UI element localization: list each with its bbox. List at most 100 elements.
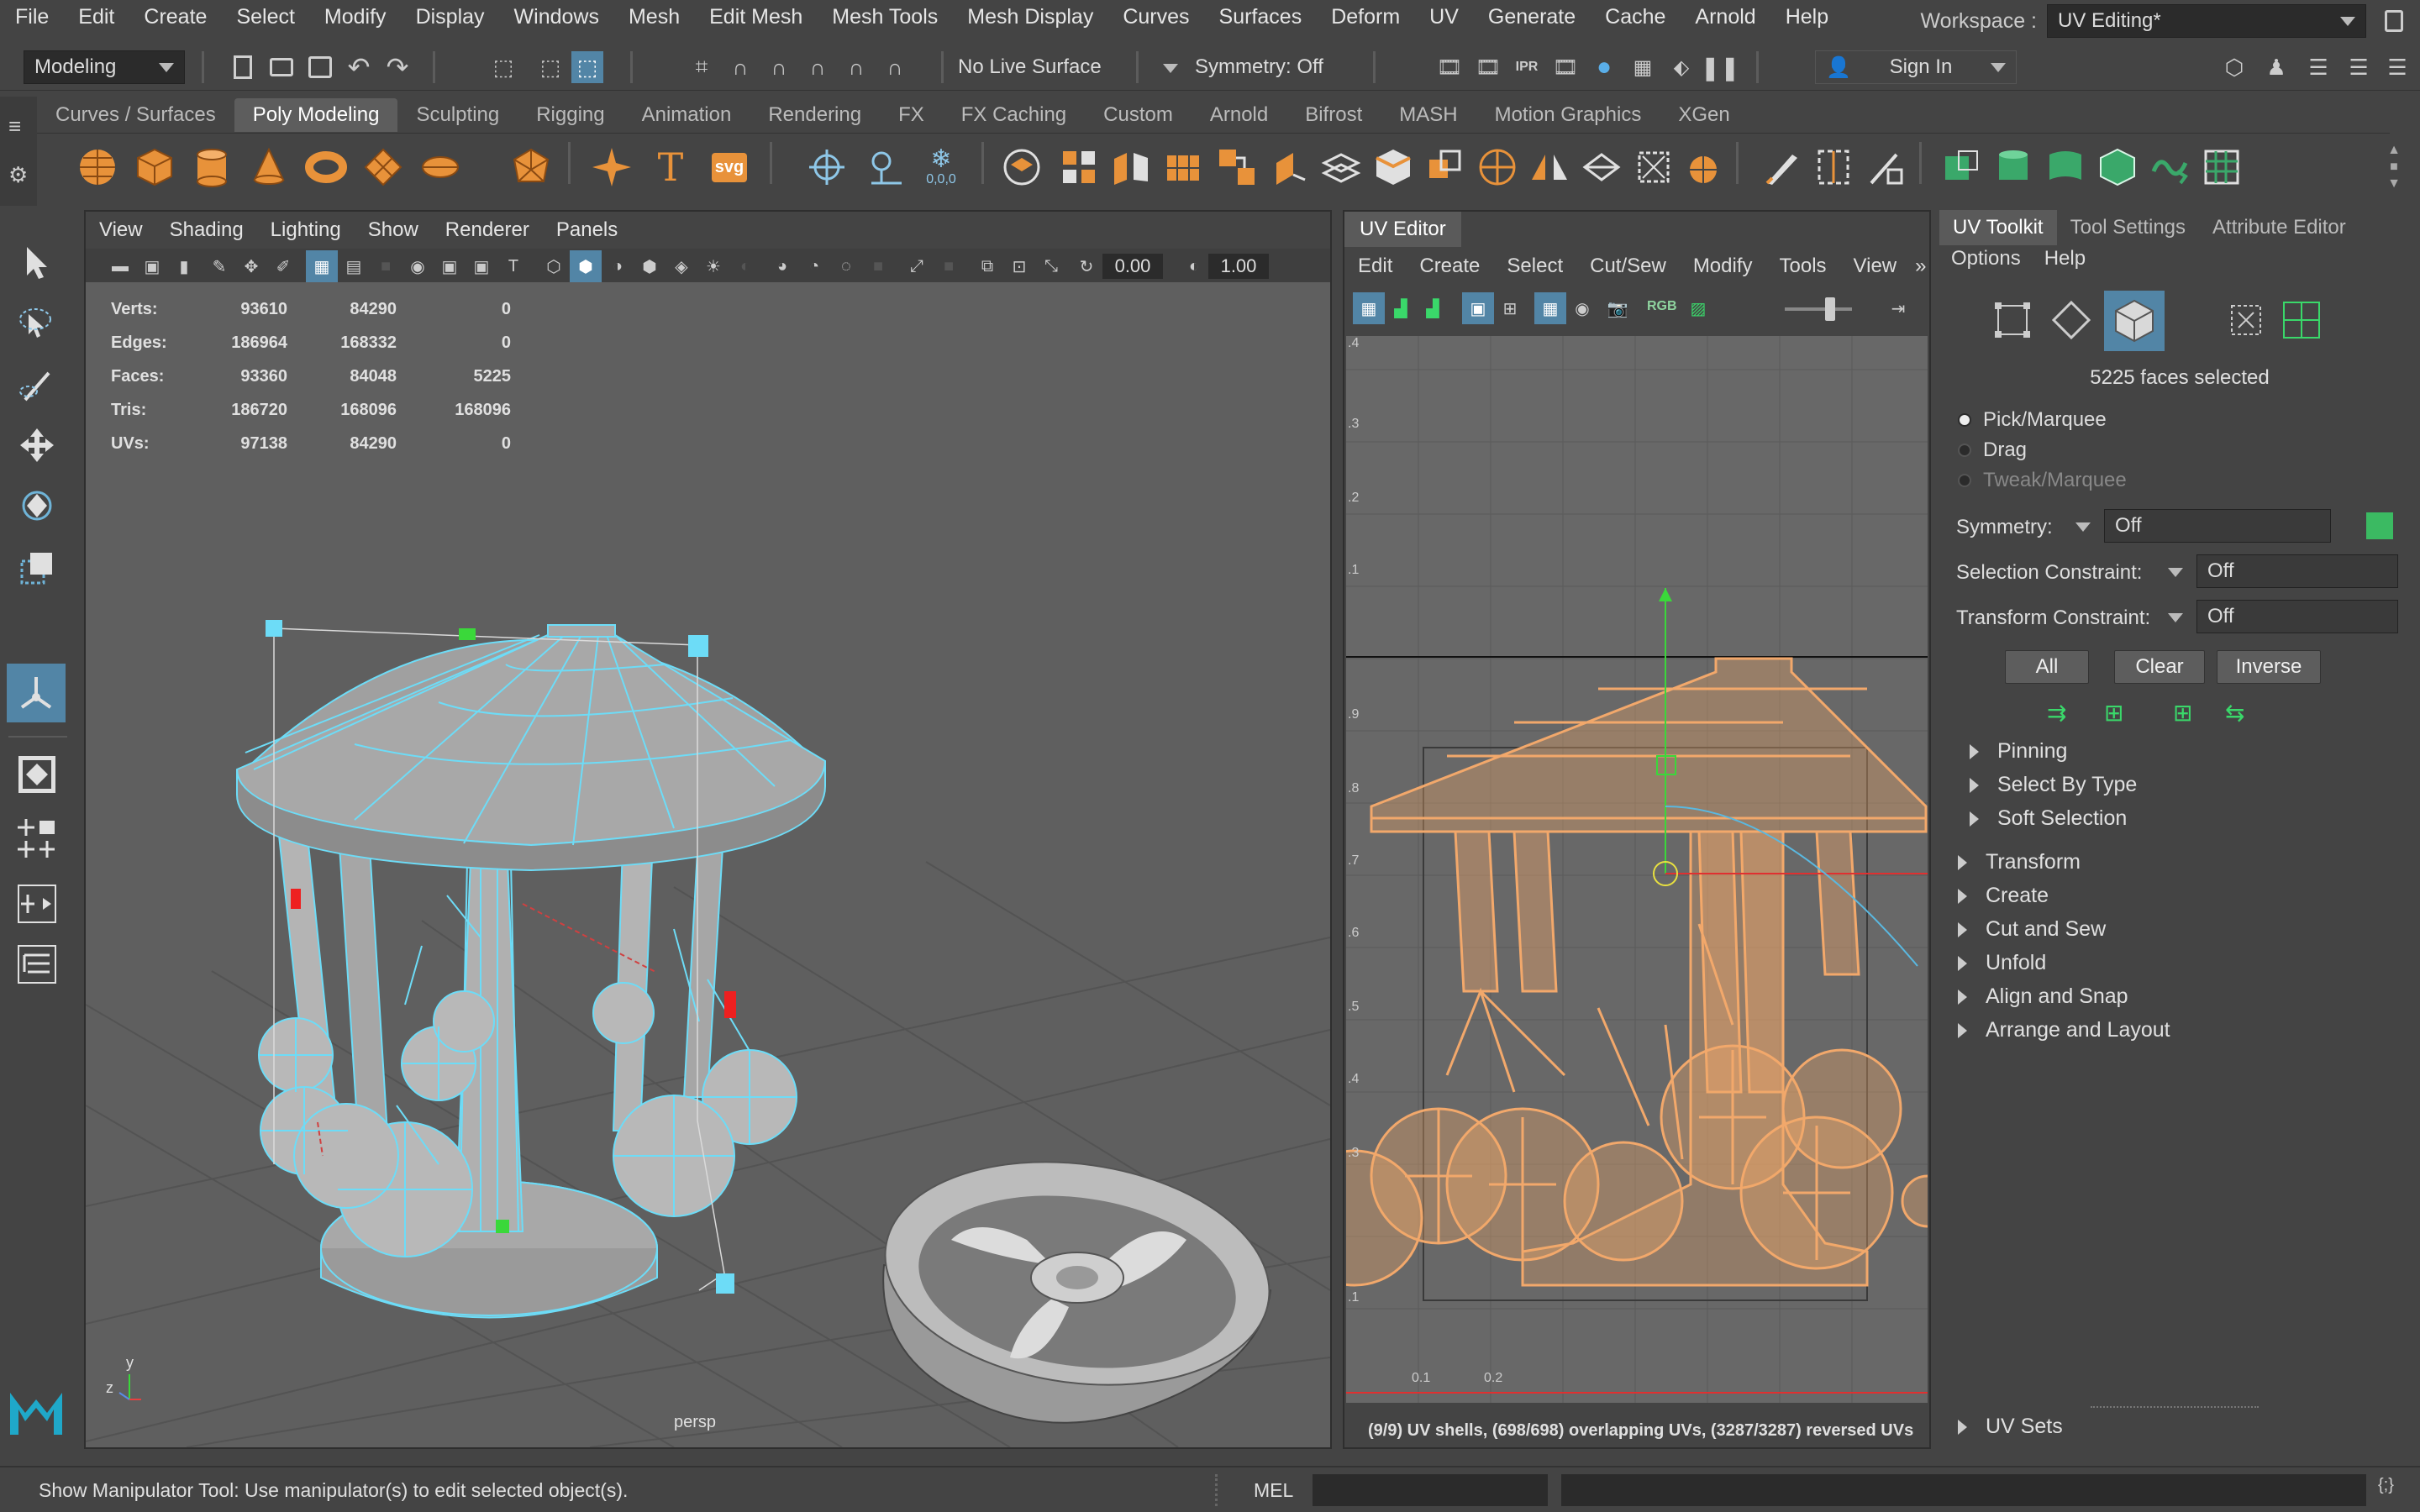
hypershade-icon[interactable]: ● — [1588, 51, 1620, 83]
tab-fx[interactable]: FX — [880, 98, 943, 132]
snap-point-icon[interactable]: ∩ — [763, 51, 795, 83]
exposure-field[interactable]: 0.00 — [1102, 254, 1163, 279]
append-polygon-icon[interactable] — [1318, 144, 1365, 191]
toolkit-menu-help[interactable]: Help — [2044, 247, 2086, 270]
insert-edge-loop-icon[interactable] — [1810, 144, 1857, 191]
field-chart-icon[interactable]: ▣ — [434, 250, 466, 282]
mode-pick-marquee[interactable]: Pick/Marquee — [1958, 408, 2107, 432]
chevron-down-icon[interactable] — [2168, 613, 2183, 622]
sphere-wire-icon[interactable] — [1474, 144, 1521, 191]
paint-select-icon[interactable] — [10, 358, 64, 412]
isolate-select-icon[interactable]: ◕ — [766, 250, 798, 282]
channel-box-icon[interactable]: ☰ — [2381, 51, 2413, 83]
two-d-pan-icon[interactable]: ✥ — [235, 250, 267, 282]
wireframe-on-shaded-icon[interactable]: ◑ — [602, 250, 634, 282]
uv-canvas[interactable]: .4 .3 .2 .1 .9 .8 .7 .6 .5 .4 .3 .1 0.1 … — [1346, 336, 1928, 1403]
tab-custom[interactable]: Custom — [1085, 98, 1192, 132]
snap-surface-icon[interactable]: ∩ — [840, 51, 872, 83]
section-pinning[interactable]: Pinning — [1970, 739, 2067, 764]
script-editor-icon[interactable]: {;} — [2378, 1476, 2403, 1503]
sweep-mesh-icon[interactable] — [860, 144, 908, 191]
uv-menu-cut-sew[interactable]: Cut/Sew — [1590, 255, 1666, 278]
uv-distortion-icon[interactable]: ▟ — [1417, 292, 1449, 324]
live-surface-label[interactable]: No Live Surface — [958, 55, 1102, 79]
rgb-channel-icon[interactable]: RGB — [1647, 299, 1677, 314]
more-menu-icon[interactable]: » — [1915, 255, 1926, 278]
resolution-gate-icon[interactable]: ■ — [370, 250, 402, 282]
transform-constraint-field[interactable]: Off — [2196, 600, 2398, 633]
film-gate-icon[interactable]: ▤ — [338, 250, 370, 282]
open-scene-icon[interactable] — [266, 51, 297, 83]
persp-outliner-icon[interactable] — [10, 877, 64, 931]
menu-surfaces[interactable]: Surfaces — [1219, 5, 1302, 29]
spherical-uv-icon[interactable] — [2042, 144, 2089, 191]
depth-of-field-icon[interactable]: ⧉ — [971, 250, 1003, 282]
menu-edit-mesh[interactable]: Edit Mesh — [709, 5, 802, 29]
sign-in-dropdown[interactable]: 👤 Sign In — [1815, 50, 2017, 84]
tab-attribute-editor[interactable]: Attribute Editor — [2199, 210, 2360, 245]
offset-edge-loop-icon[interactable] — [1862, 144, 1909, 191]
fill-hole-icon[interactable] — [1370, 144, 1417, 191]
tab-xgen[interactable]: XGen — [1660, 98, 1748, 132]
textured-icon[interactable]: ⬢ — [634, 250, 666, 282]
menu-mesh-display[interactable]: Mesh Display — [967, 5, 1093, 29]
select-shortest-icon[interactable]: ⇆ — [2225, 699, 2244, 727]
arnold-render-icon[interactable]: ⬖ — [1665, 51, 1697, 83]
snowflake-icon[interactable]: ❄ 0,0,0 — [918, 144, 965, 191]
clear-selection-button[interactable]: Clear — [2114, 650, 2205, 684]
menu-help[interactable]: Help — [1786, 5, 1828, 29]
tab-motion-graphics[interactable]: Motion Graphics — [1476, 98, 1660, 132]
wireframe-icon[interactable]: ⬡ — [538, 250, 570, 282]
motion-blur-icon[interactable]: ⤢ — [901, 250, 933, 282]
super-shape-icon[interactable] — [588, 144, 635, 191]
combine-icon[interactable] — [998, 144, 1045, 191]
symmetry-field[interactable]: Off — [2104, 509, 2331, 543]
ipr-render-icon[interactable]: IPR — [1511, 51, 1543, 83]
cylindrical-uv-icon[interactable] — [1990, 144, 2037, 191]
section-create[interactable]: Create — [1958, 884, 2049, 908]
color-management-icon[interactable]: ↻ — [1071, 250, 1102, 282]
menu-mesh-tools[interactable]: Mesh Tools — [832, 5, 938, 29]
uv-menu-tools[interactable]: Tools — [1780, 255, 1827, 278]
vp-menu-view[interactable]: View — [99, 218, 143, 242]
chevron-down-icon[interactable] — [2075, 522, 2091, 532]
outliner-icon[interactable] — [10, 937, 64, 991]
mirror-icon[interactable] — [1526, 144, 1573, 191]
menu-create[interactable]: Create — [144, 5, 207, 29]
chevron-down-icon[interactable] — [1163, 64, 1178, 73]
menu-uv[interactable]: UV — [1429, 5, 1459, 29]
menu-select[interactable]: Select — [236, 5, 294, 29]
edge-mode-icon[interactable] — [2045, 294, 2097, 346]
character-controls-icon[interactable]: ♟ — [2260, 51, 2292, 83]
shelf-scroll-icon[interactable]: ▲ ■ ▼ — [2386, 142, 2402, 192]
uv-menu-modify[interactable]: Modify — [1693, 255, 1753, 278]
menu-edit[interactable]: Edit — [78, 5, 114, 29]
uv-snap-icon[interactable]: ⊞ — [1494, 292, 1526, 324]
tab-uv-toolkit[interactable]: UV Toolkit — [1939, 210, 2057, 245]
uv-image-icon[interactable]: ◉ — [1566, 292, 1598, 324]
grow-selection-icon[interactable]: ⇉ — [2047, 699, 2066, 727]
mash-icon[interactable] — [803, 144, 850, 191]
menu-arnold[interactable]: Arnold — [1695, 5, 1755, 29]
rotate-tool-icon[interactable] — [10, 479, 64, 533]
uv-checker-icon[interactable]: ▟ — [1385, 292, 1417, 324]
menu-generate[interactable]: Generate — [1488, 5, 1576, 29]
separate-icon[interactable] — [1055, 144, 1102, 191]
smooth-icon[interactable] — [1107, 144, 1155, 191]
tab-mash[interactable]: MASH — [1381, 98, 1476, 132]
platonic-solid-icon[interactable] — [508, 144, 555, 191]
xray-joints-icon[interactable]: ◌ — [830, 250, 862, 282]
attribute-editor-icon[interactable]: ☰ — [2302, 51, 2334, 83]
hud-toggle-icon[interactable]: ⤡ — [1035, 250, 1067, 282]
safe-title-icon[interactable]: T — [497, 250, 529, 282]
uv-texture-icon[interactable]: ▦ — [1534, 292, 1566, 324]
menu-cache[interactable]: Cache — [1605, 5, 1665, 29]
symmetry-axis-icon[interactable] — [2366, 512, 2393, 539]
menu-display[interactable]: Display — [416, 5, 485, 29]
uv-menu-view[interactable]: View — [1854, 255, 1897, 278]
perspective-viewport[interactable]: View Shading Lighting Show Renderer Pane… — [84, 210, 1332, 1449]
poly-cone-icon[interactable] — [245, 144, 292, 191]
uv-editor-icon[interactable] — [2198, 144, 2245, 191]
select-hierarchy-icon[interactable]: ⬚ — [487, 51, 519, 83]
automatic-uv-icon[interactable] — [2094, 144, 2141, 191]
